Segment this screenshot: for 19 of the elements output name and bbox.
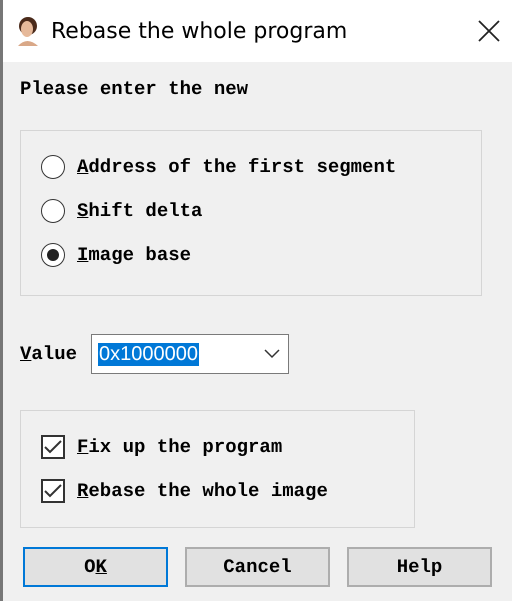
dialog-button[interactable]: Help [347, 547, 492, 587]
radio-button[interactable] [41, 243, 65, 267]
prompt-text: Please enter the new [20, 78, 250, 100]
checkbox-label[interactable]: Rebase the whole image [77, 480, 328, 502]
value-label: Value [20, 343, 78, 365]
window-title: Rebase the whole program [51, 18, 348, 44]
chevron-down-icon [264, 349, 280, 359]
dialog-button[interactable]: OK [23, 547, 168, 587]
dialog-button[interactable]: Cancel [185, 547, 330, 587]
checkbox[interactable] [41, 435, 65, 459]
checkbox[interactable] [41, 479, 65, 503]
option-label[interactable]: Shift delta [77, 200, 202, 222]
radio-button[interactable] [41, 155, 65, 179]
option-label[interactable]: Address of the first segment [77, 156, 396, 178]
radio-button[interactable] [41, 199, 65, 223]
close-icon[interactable] [478, 20, 500, 42]
checkbox-label[interactable]: Fix up the program [77, 436, 282, 458]
option-label[interactable]: Image base [77, 244, 192, 266]
value-combo-box[interactable]: 0x1000000 [91, 334, 290, 374]
